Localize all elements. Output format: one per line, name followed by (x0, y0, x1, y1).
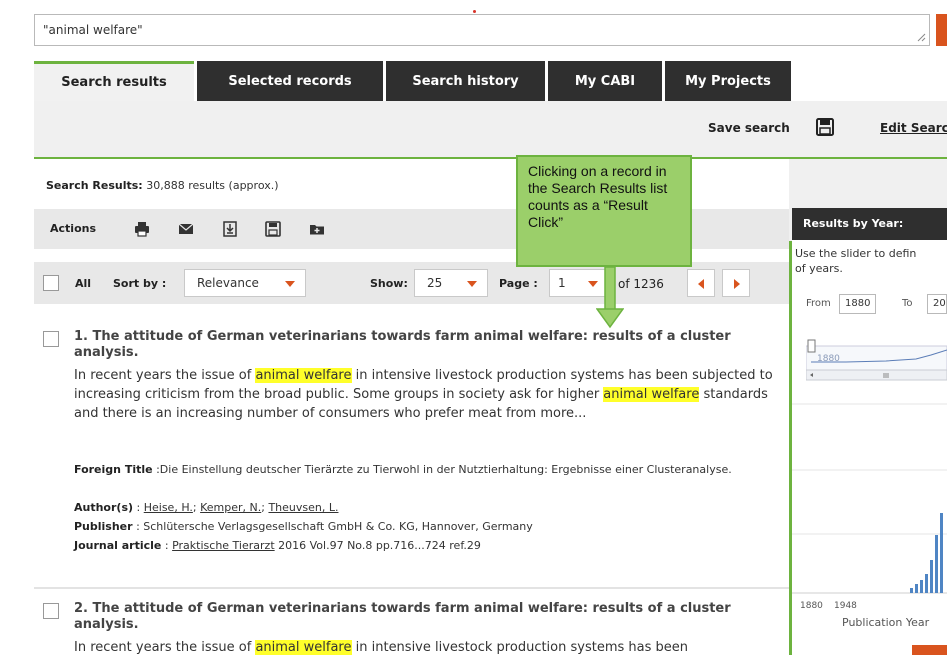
search-textarea[interactable] (34, 14, 930, 46)
chevron-left-icon (698, 279, 704, 289)
publisher-label: Publisher (74, 520, 133, 533)
foreign-title: Foreign Title :Die Einstellung deutscher… (74, 462, 774, 477)
tab-selected-records[interactable]: Selected records (197, 61, 383, 101)
journal-label: Journal article (74, 539, 162, 552)
foreign-title-value: :Die Einstellung deutscher Tierärzte zu … (152, 463, 732, 476)
download-icon[interactable] (222, 221, 238, 237)
tab-search-history[interactable]: Search history (386, 61, 545, 101)
abstract-text: In recent years the issue of (74, 640, 256, 655)
page-value: 1 (558, 276, 566, 290)
results-count: Search Results: 30,888 results (approx.) (46, 179, 279, 192)
chevron-down-icon (467, 281, 477, 287)
journal-link[interactable]: Praktische Tierarzt (172, 539, 275, 552)
add-to-folder-icon[interactable] (309, 221, 325, 237)
result-record[interactable]: 1. The attitude of German veterinarians … (34, 329, 789, 579)
axis-tick-1880: 1880 (800, 601, 823, 611)
show-value: 25 (427, 276, 443, 290)
highlighted-term: animal welfare (255, 640, 352, 655)
save-search-button[interactable]: Save search (708, 121, 790, 135)
page-label: Page : (499, 277, 538, 290)
sort-select[interactable]: Relevance (184, 269, 306, 297)
record-abstract: In recent years the issue of animal welf… (74, 366, 774, 423)
authors: Author(s) : Heise, H.; Kemper, N.; Theuv… (74, 501, 339, 514)
record-title[interactable]: 1. The attitude of German veterinarians … (74, 329, 774, 361)
authors-label: Author(s) (74, 501, 134, 514)
page-count: of 1236 (618, 277, 664, 291)
next-page-button[interactable] (722, 269, 750, 297)
sort-value: Relevance (197, 276, 259, 290)
record-checkbox[interactable] (43, 331, 59, 347)
show-select[interactable]: 25 (414, 269, 488, 297)
search-input[interactable] (35, 15, 929, 45)
record-abstract: In recent years the issue of animal welf… (74, 638, 774, 655)
journal: Journal article : Praktische Tierarzt 20… (74, 539, 481, 552)
actions-label: Actions (50, 222, 96, 235)
publisher-value: : Schlütersche Verlagsgesellschaft GmbH … (132, 520, 533, 533)
tab-my-cabi[interactable]: My CABI (548, 61, 662, 101)
annotation-callout: Clicking on a record in the Search Resul… (516, 155, 692, 267)
author-link[interactable]: Theuvsen, L. (268, 501, 338, 514)
resize-grip-icon[interactable] (917, 33, 926, 42)
apply-year-button[interactable] (912, 645, 947, 655)
author-link[interactable]: Heise, H. (144, 501, 193, 514)
search-toolbar: Save search Edit Searc (34, 101, 947, 156)
axis-tick-1948: 1948 (834, 601, 857, 611)
abstract-text: In recent years the issue of (74, 368, 256, 383)
axis-title: Publication Year (842, 616, 930, 629)
select-all-checkbox[interactable] (43, 275, 59, 291)
abstract-text: in intensive livestock production system… (351, 640, 688, 655)
search-button[interactable] (936, 14, 947, 46)
publisher: Publisher : Schlütersche Verlagsgesellsc… (74, 519, 774, 534)
chevron-down-icon (285, 281, 295, 287)
foreign-title-label: Foreign Title (74, 463, 153, 476)
prev-page-button[interactable] (687, 269, 715, 297)
select-all-label: All (75, 277, 92, 290)
email-icon[interactable] (178, 221, 194, 237)
author-link[interactable]: Kemper, N. (200, 501, 261, 514)
highlighted-term: animal welfare (255, 368, 352, 383)
print-icon[interactable] (134, 221, 150, 237)
results-count-value: 30,888 results (approx.) (146, 179, 279, 192)
journal-details: 2016 Vol.97 No.8 pp.716...724 ref.29 (274, 539, 481, 552)
tab-search-results[interactable]: Search results (34, 61, 194, 101)
record-title[interactable]: 2. The attitude of German veterinarians … (74, 601, 774, 633)
results-count-label: Search Results: (46, 179, 143, 192)
sort-by-label: Sort by : (113, 277, 167, 290)
search-bar (0, 0, 947, 60)
callout-arrow-icon (596, 267, 624, 329)
floppy-disk-icon[interactable] (816, 118, 834, 136)
edit-search-link[interactable]: Edit Searc (880, 121, 947, 135)
result-record[interactable]: 2. The attitude of German veterinarians … (34, 601, 789, 655)
show-label: Show: (370, 277, 408, 290)
save-icon[interactable] (265, 221, 281, 237)
record-checkbox[interactable] (43, 603, 59, 619)
red-dot (473, 10, 476, 13)
chevron-right-icon (734, 279, 740, 289)
tab-my-projects[interactable]: My Projects (665, 61, 791, 101)
results-by-year-panel: Results by Year: Use the slider to defin… (792, 208, 947, 655)
record-divider (34, 587, 789, 589)
year-histogram (792, 403, 947, 594)
highlighted-term: animal welfare (603, 387, 700, 402)
sort-bar: All Sort by : Relevance Show: 25 Page : … (34, 262, 789, 304)
